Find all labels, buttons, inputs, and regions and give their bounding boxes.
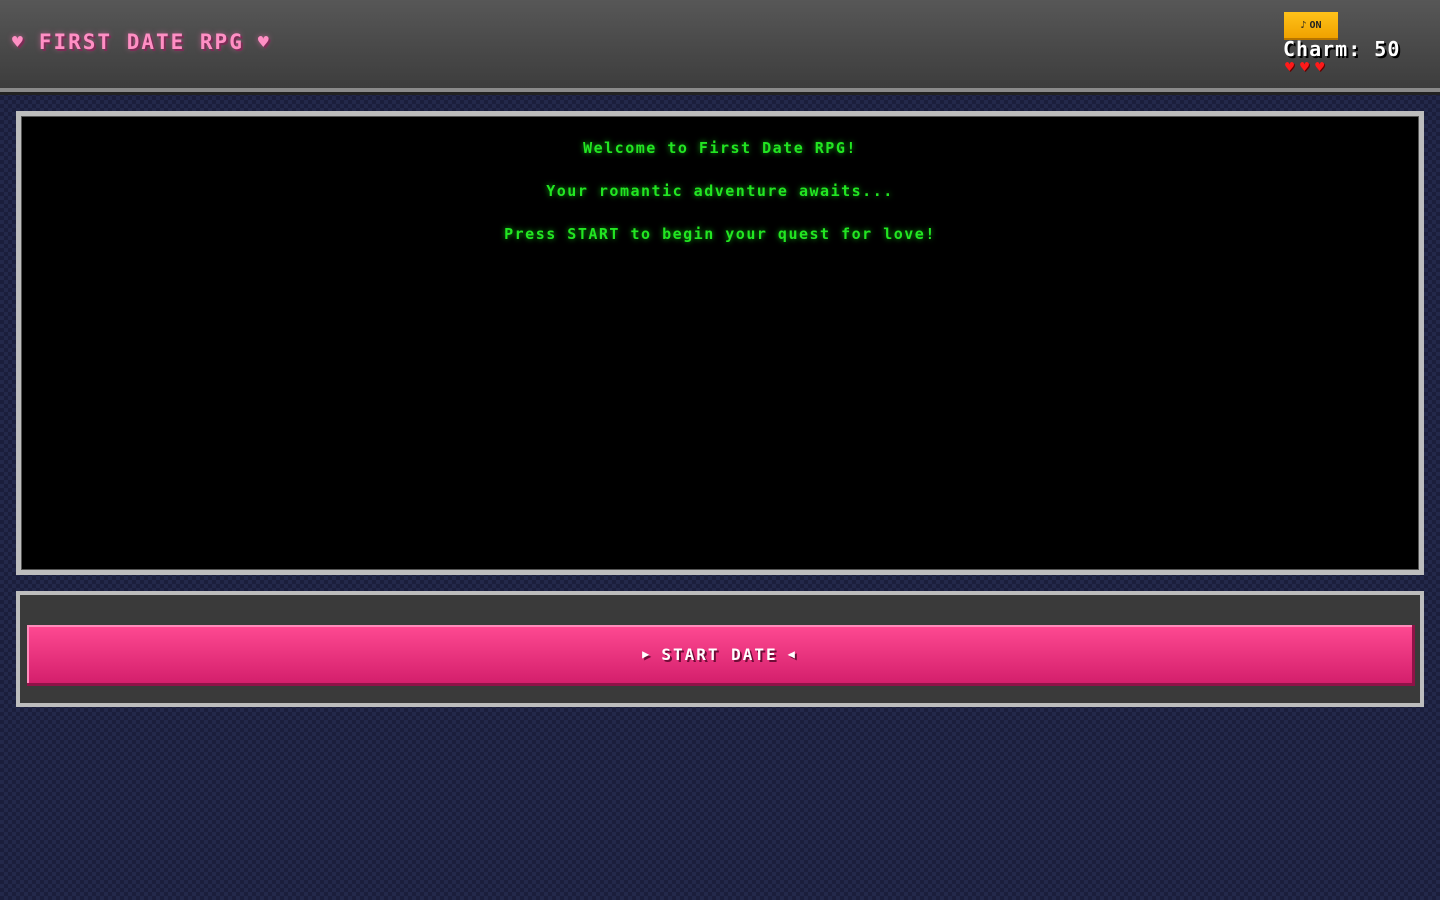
play-arrow-icon: ▶ [642, 647, 652, 661]
dialogue-line: Welcome to First Date RPG! [583, 139, 857, 157]
heart-icon: ♥ [12, 31, 25, 53]
top-bar: ♥ FIRST DATE RPG ♥ ♪ ON Charm: 50 ♥ ♥ ♥ [0, 0, 1440, 92]
dialogue-line: Your romantic adventure awaits... [546, 182, 894, 200]
life-heart-icon: ♥ [1315, 58, 1325, 76]
game-title: ♥ FIRST DATE RPG ♥ [12, 30, 271, 54]
life-heart-icon: ♥ [1300, 58, 1310, 76]
sound-toggle-button[interactable]: ♪ ON [1284, 12, 1338, 40]
heart-icon: ♥ [257, 31, 271, 53]
start-date-button[interactable]: ▶ START DATE ◀ [27, 625, 1415, 686]
dialogue-panel: Welcome to First Date RPG! Your romantic… [16, 111, 1424, 575]
dialogue-line: Press START to begin your quest for love… [504, 225, 936, 243]
life-heart-icon: ♥ [1285, 58, 1295, 76]
action-panel: ▶ START DATE ◀ [16, 591, 1424, 707]
start-date-label: START DATE [661, 644, 778, 664]
left-arrow-icon: ◀ [787, 647, 797, 661]
game-title-text: FIRST DATE RPG [38, 30, 244, 54]
sound-toggle-label: ON [1309, 19, 1322, 31]
charm-value: 50 [1374, 37, 1401, 61]
music-note-icon: ♪ [1300, 19, 1307, 31]
lives-display: ♥ ♥ ♥ [1285, 58, 1324, 76]
